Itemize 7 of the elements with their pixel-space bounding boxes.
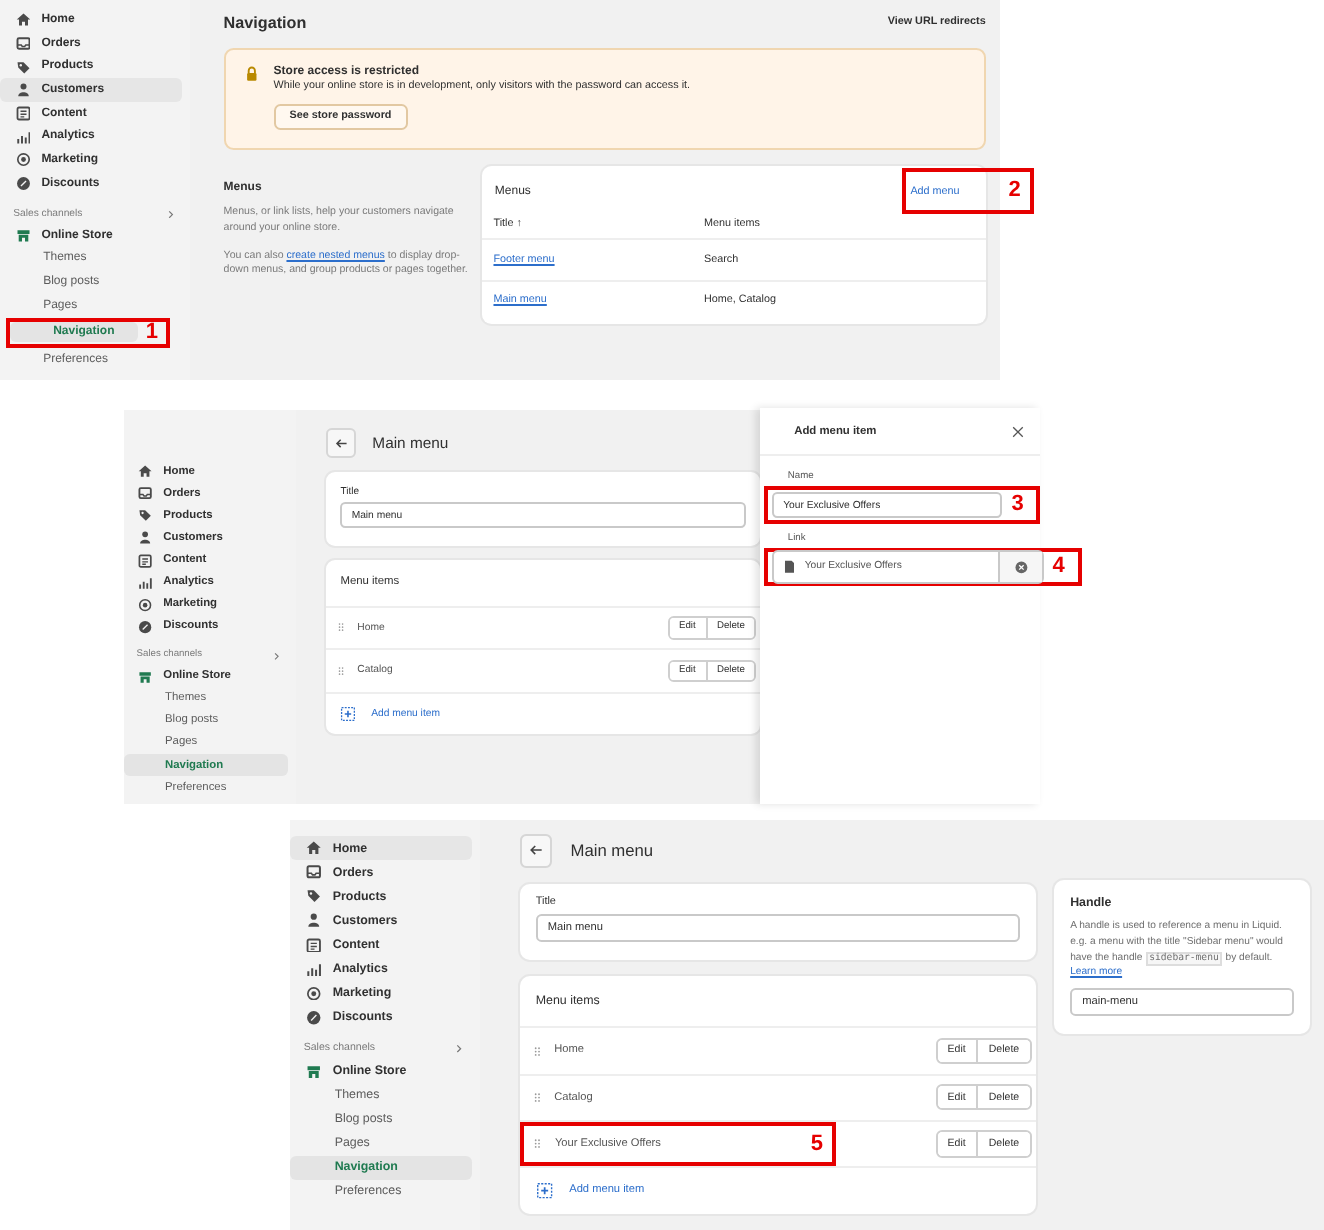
page-title: Main menu	[570, 840, 654, 861]
step-number: 4	[1050, 555, 1067, 578]
step-number: 5	[808, 1133, 826, 1156]
step-number: 2	[1006, 180, 1023, 203]
step-number: 1	[143, 321, 161, 344]
page-title: Navigation	[223, 13, 307, 32]
step-number: 3	[1009, 494, 1026, 517]
